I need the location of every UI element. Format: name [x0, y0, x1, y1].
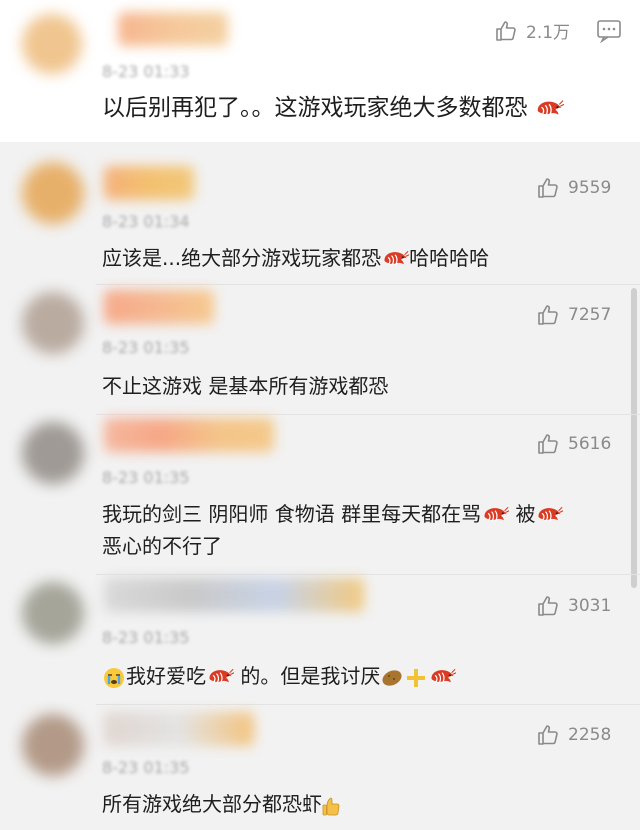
comment-time: 8-23 01:34 — [102, 212, 190, 231]
potato-icon — [382, 669, 402, 686]
crying-face-icon — [104, 667, 124, 688]
reply-list: 8-23 01:34 9559 应该是...绝大部分游戏玩家都恐 哈哈哈哈 8-2… — [0, 142, 640, 830]
avatar[interactable] — [22, 582, 84, 644]
thumbs-up-icon — [536, 594, 560, 618]
shrimp-icon — [206, 667, 234, 689]
comment-time: 8-23 01:33 — [102, 62, 190, 81]
comment-time: 8-23 01:35 — [102, 628, 190, 647]
avatar[interactable] — [22, 14, 82, 74]
like-count: 3031 — [568, 596, 612, 616]
like-button[interactable]: 5616 — [536, 432, 611, 456]
username[interactable] — [104, 578, 364, 612]
username[interactable] — [118, 12, 228, 46]
username[interactable] — [104, 290, 214, 324]
avatar[interactable] — [22, 292, 84, 354]
comment-text: 以后别再犯了。。这游戏玩家绝大多数都恐 — [102, 92, 610, 124]
shrimp-icon — [381, 249, 409, 271]
shrimp-icon — [428, 667, 456, 689]
comment-time: 8-23 01:35 — [102, 758, 190, 777]
divider — [96, 414, 640, 415]
scrollbar[interactable] — [631, 288, 637, 588]
username[interactable] — [104, 712, 254, 746]
thumbs-up-icon — [494, 19, 518, 43]
avatar[interactable] — [22, 422, 84, 484]
thumbs-up-hand-icon — [322, 797, 340, 815]
comment-text: 我好爱吃 的。但是我讨厌 — [102, 660, 610, 692]
shrimp-icon — [534, 98, 564, 122]
plus-icon — [407, 668, 426, 687]
like-count: 9559 — [568, 178, 612, 198]
username[interactable] — [104, 166, 194, 200]
shrimp-icon — [535, 505, 563, 527]
like-count: 2258 — [568, 725, 612, 745]
thumbs-up-icon — [536, 303, 560, 327]
reply-bubble-icon[interactable] — [596, 19, 622, 43]
comment-text: 应该是...绝大部分游戏玩家都恐 哈哈哈哈 — [102, 246, 490, 271]
like-count: 7257 — [568, 305, 612, 325]
comment-time: 8-23 01:35 — [102, 338, 190, 357]
comment-text: 我玩的剑三 阴阳师 食物语 群里每天都在骂 被 恶心的不行了 — [102, 498, 610, 562]
comment-text: 不止这游戏 是基本所有游戏都恐 — [102, 374, 389, 398]
thumbs-up-icon — [536, 432, 560, 456]
like-button[interactable]: 7257 — [536, 303, 611, 327]
comment-text: 所有游戏绝大部分都恐虾 — [102, 788, 610, 820]
like-button[interactable]: 3031 — [536, 594, 611, 618]
like-button[interactable]: 2.1万 — [494, 18, 570, 43]
divider — [96, 704, 640, 705]
divider — [96, 284, 640, 285]
main-comment: 8-23 01:33 2.1万 以后别再犯了。。这游戏玩家绝大多数都恐 — [0, 0, 640, 142]
like-button[interactable]: 2258 — [536, 723, 611, 747]
thumbs-up-icon — [536, 723, 560, 747]
comment-time: 8-23 01:35 — [102, 468, 190, 487]
thumbs-up-icon — [536, 176, 560, 200]
like-count: 5616 — [568, 434, 612, 454]
username[interactable] — [104, 418, 274, 452]
avatar[interactable] — [22, 162, 84, 224]
avatar[interactable] — [22, 714, 84, 776]
like-count: 2.1万 — [526, 23, 571, 43]
like-button[interactable]: 9559 — [536, 176, 611, 200]
divider — [96, 574, 640, 575]
shrimp-icon — [481, 505, 509, 527]
